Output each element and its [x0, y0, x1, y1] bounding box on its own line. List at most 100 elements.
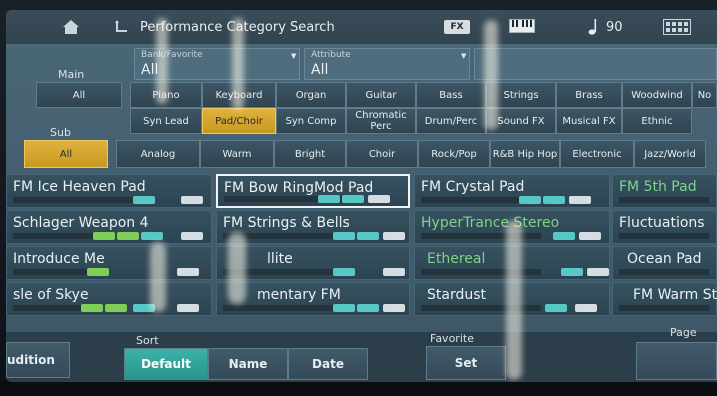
main-cat-woodwind[interactable]: Woodwind	[622, 82, 692, 108]
result-meter	[13, 305, 83, 311]
main-cat-sound-fx[interactable]: Sound FX	[486, 108, 556, 134]
result-meter	[223, 305, 343, 311]
result-tag	[575, 304, 597, 312]
result-item[interactable]: Ocean Pad	[612, 246, 717, 280]
result-item[interactable]: Schlager Weapon 4	[6, 210, 212, 244]
result-item[interactable]: FM Crystal Pad	[414, 174, 610, 208]
main-cat-drum-perc[interactable]: Drum/Perc	[416, 108, 486, 134]
result-name: llite	[267, 251, 293, 267]
main-cat-strings[interactable]: Strings	[486, 82, 556, 108]
result-item[interactable]: FM Warm St	[612, 282, 717, 316]
result-tag	[569, 196, 591, 204]
result-tag	[383, 268, 405, 276]
result-name: Fluctuations	[619, 215, 705, 231]
sub-cat-all[interactable]: All	[24, 140, 108, 168]
result-name: FM Bow RingMod Pad	[224, 180, 374, 196]
sort-date-button[interactable]: Date	[288, 348, 368, 380]
result-item[interactable]: mentary FM	[216, 282, 410, 316]
main-cat-no[interactable]: No	[692, 82, 717, 108]
result-meter	[13, 197, 133, 203]
bank-favorite-dropdown[interactable]: Bank/Favorite All ▼	[134, 48, 300, 80]
bank-favorite-label: Bank/Favorite	[141, 50, 203, 60]
grid-icon[interactable]	[663, 19, 691, 35]
sub-cat-rnb-hiphop[interactable]: R&B Hip Hop	[490, 140, 560, 168]
main-cat-syn-lead[interactable]: Syn Lead	[130, 108, 202, 134]
result-item[interactable]: Stardust	[414, 282, 610, 316]
main-cat-all[interactable]: All	[36, 82, 122, 108]
result-name: Schlager Weapon 4	[13, 215, 149, 231]
device-frame: Performance Category Search FX 90 Bank/F…	[0, 0, 717, 396]
result-tag	[333, 232, 355, 240]
main-cat-pad-choir[interactable]: Pad/Choir	[202, 108, 276, 134]
result-item-selected[interactable]: FM Bow RingMod Pad	[216, 174, 410, 208]
result-tag	[81, 304, 103, 312]
result-item[interactable]: FM Strings & Bells	[216, 210, 410, 244]
result-item[interactable]: FM 5th Pad	[612, 174, 717, 208]
result-meter	[619, 233, 709, 239]
result-meter	[223, 233, 343, 239]
result-tag	[105, 304, 127, 312]
result-item[interactable]: FM Ice Heaven Pad	[6, 174, 212, 208]
main-cat-guitar[interactable]: Guitar	[346, 82, 416, 108]
sort-default-button[interactable]: Default	[124, 348, 208, 380]
sub-cat-choir[interactable]: Choir	[346, 140, 418, 168]
main-cat-ethnic[interactable]: Ethnic	[622, 108, 692, 134]
result-item[interactable]: sle of Skye	[6, 282, 212, 316]
result-tag	[519, 196, 541, 204]
result-tag	[543, 196, 565, 204]
result-tag	[133, 196, 155, 204]
main-cat-chromatic-perc[interactable]: Chromatic Perc	[346, 108, 416, 134]
main-cat-keyboard[interactable]: Keyboard	[202, 82, 276, 108]
sub-cat-bright[interactable]: Bright	[274, 140, 346, 168]
result-tag	[357, 304, 379, 312]
sort-name-button[interactable]: Name	[208, 348, 288, 380]
result-tag	[177, 304, 199, 312]
fx-badge[interactable]: FX	[444, 20, 470, 34]
attribute-dropdown[interactable]: Attribute All ▼	[304, 48, 470, 80]
attribute-value: All	[311, 62, 329, 78]
result-tag	[561, 268, 583, 276]
tempo-display[interactable]: 90	[606, 20, 623, 35]
sub-cat-warm[interactable]: Warm	[200, 140, 274, 168]
main-cat-syn-comp[interactable]: Syn Comp	[276, 108, 346, 134]
result-name: FM Ice Heaven Pad	[13, 179, 146, 195]
main-cat-musical-fx[interactable]: Musical FX	[556, 108, 622, 134]
page-button[interactable]	[636, 342, 717, 380]
result-tag	[181, 232, 203, 240]
result-meter	[421, 305, 541, 311]
result-item[interactable]: llite	[216, 246, 410, 280]
result-meter	[619, 197, 709, 203]
result-tag	[141, 232, 163, 240]
result-tag	[177, 268, 199, 276]
keyword-field[interactable]	[474, 48, 717, 80]
back-icon[interactable]	[114, 19, 130, 35]
sub-cat-analog[interactable]: Analog	[116, 140, 200, 168]
sort-label: Sort	[136, 334, 159, 347]
attribute-label: Attribute	[311, 50, 351, 60]
result-tag	[368, 195, 390, 203]
result-meter	[619, 269, 709, 275]
result-meter	[421, 233, 541, 239]
page-label: Page	[670, 326, 697, 339]
sub-cat-electronic[interactable]: Electronic	[560, 140, 634, 168]
result-name: Ethereal	[427, 251, 486, 267]
main-cat-brass[interactable]: Brass	[556, 82, 622, 108]
favorite-set-button[interactable]: Set	[426, 346, 506, 380]
result-item[interactable]: Introduce Me	[6, 246, 212, 280]
main-cat-bass[interactable]: Bass	[416, 82, 486, 108]
audition-button[interactable]: udition	[6, 342, 70, 378]
result-item[interactable]: HyperTrance Stereo	[414, 210, 610, 244]
keyboard-icon[interactable]	[509, 19, 535, 33]
main-cat-organ[interactable]: Organ	[276, 82, 346, 108]
sub-cat-jazz-world[interactable]: Jazz/World	[634, 140, 706, 168]
result-name: HyperTrance Stereo	[421, 215, 560, 231]
result-tag	[333, 268, 355, 276]
home-icon[interactable]	[62, 19, 80, 35]
result-tag	[93, 232, 115, 240]
result-item[interactable]: Fluctuations	[612, 210, 717, 244]
result-item[interactable]: Ethereal	[414, 246, 610, 280]
main-cat-piano[interactable]: Piano	[130, 82, 202, 108]
result-meter	[619, 305, 709, 311]
sub-cat-rock-pop[interactable]: Rock/Pop	[418, 140, 490, 168]
result-name: FM 5th Pad	[619, 179, 697, 195]
